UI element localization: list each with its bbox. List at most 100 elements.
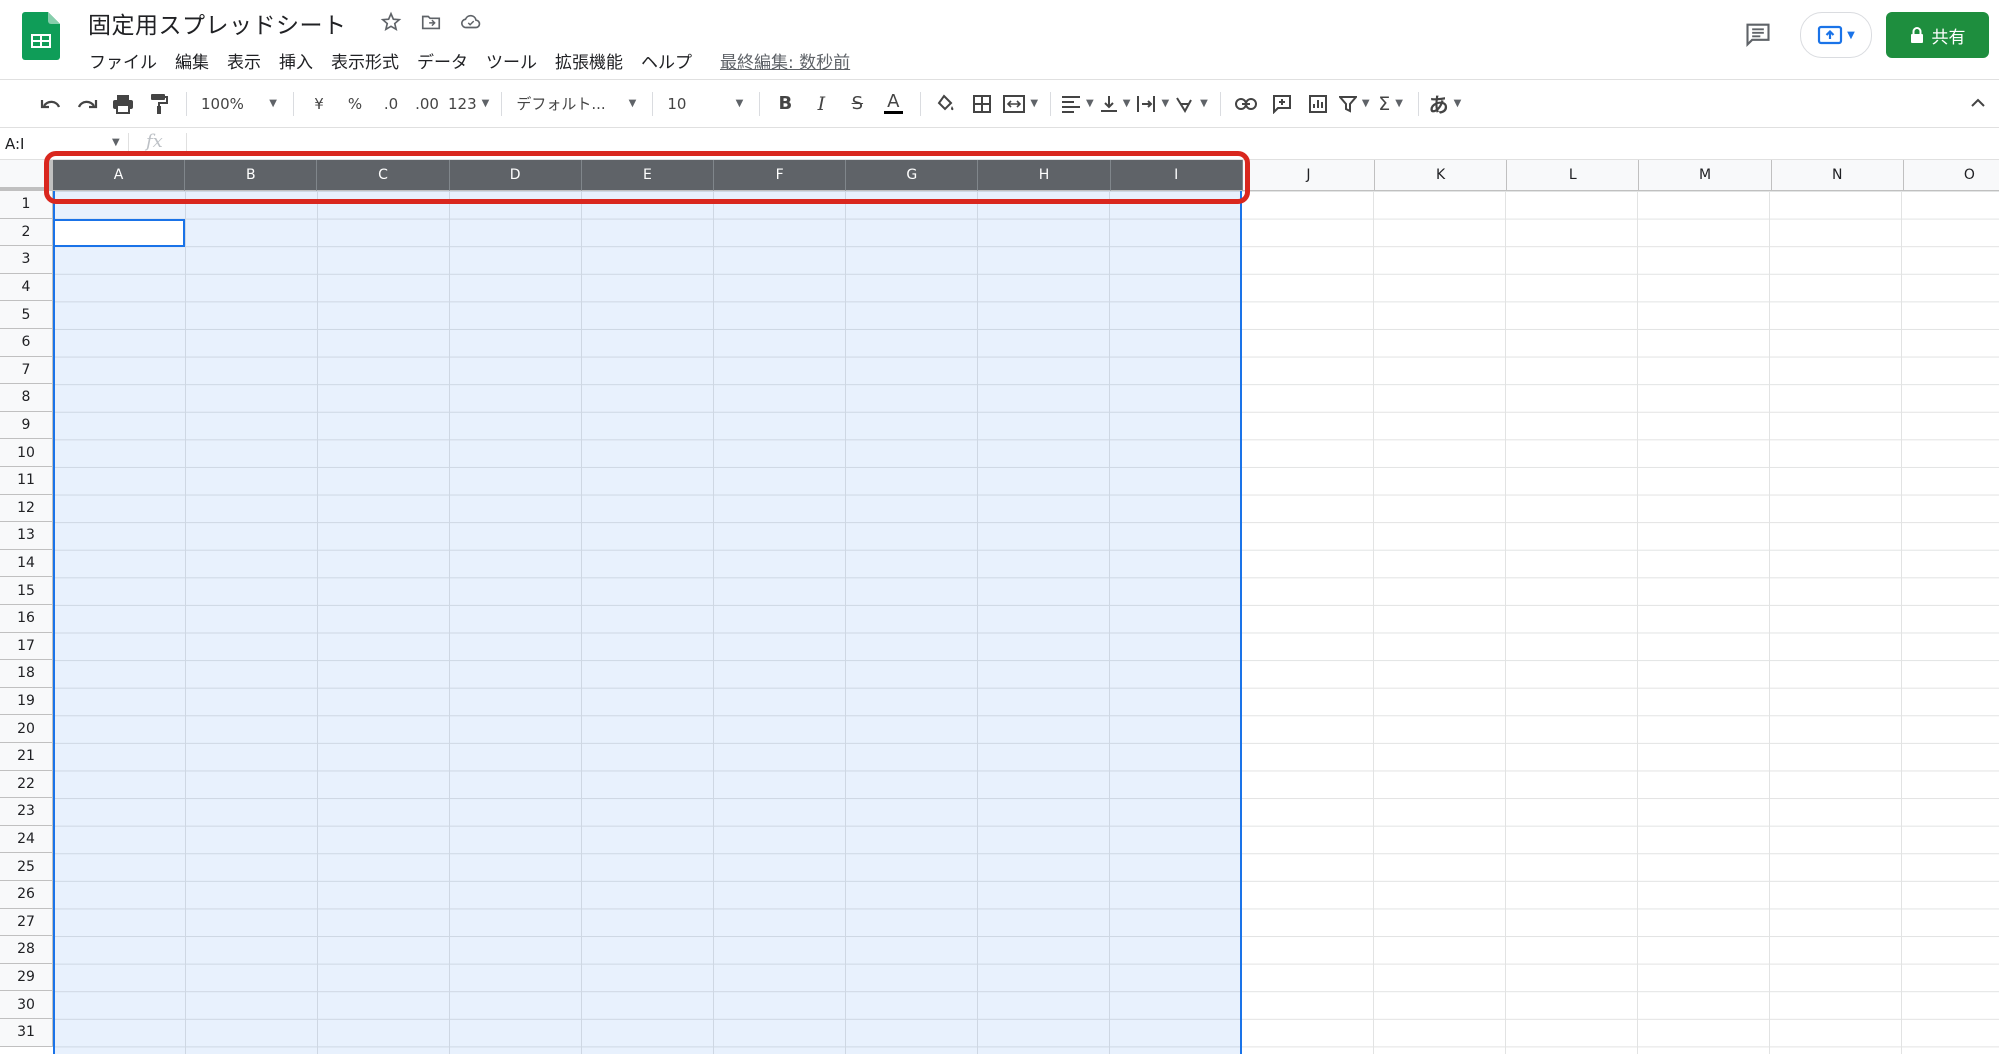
strikethrough-button[interactable]: S: [842, 87, 872, 121]
row-header-3[interactable]: 3: [0, 246, 53, 274]
column-header-g[interactable]: G: [846, 160, 979, 191]
row-header-31[interactable]: 31: [0, 1019, 53, 1047]
chevron-down-icon[interactable]: ▼: [112, 137, 120, 148]
row-header-23[interactable]: 23: [0, 798, 53, 826]
row-header-1[interactable]: 1: [0, 191, 53, 219]
fill-color-button[interactable]: [931, 87, 961, 121]
menu-format[interactable]: 表示形式: [322, 46, 408, 75]
row-header-28[interactable]: 28: [0, 936, 53, 964]
row-header-26[interactable]: 26: [0, 881, 53, 909]
row-header-10[interactable]: 10: [0, 439, 53, 467]
column-header-e[interactable]: E: [581, 160, 714, 191]
sigma-icon: Σ: [1378, 92, 1391, 115]
text-color-button[interactable]: A: [878, 87, 908, 121]
cloud-status-icon[interactable]: [458, 9, 484, 35]
menu-edit[interactable]: 編集: [166, 46, 218, 75]
column-header-c[interactable]: C: [317, 160, 450, 191]
row-header-7[interactable]: 7: [0, 356, 53, 385]
column-header-f[interactable]: F: [714, 160, 847, 191]
row-header-20[interactable]: 20: [0, 715, 53, 743]
spreadsheet-grid[interactable]: ABCDEFGHIJKLMNO 1 2 3 4 5 6 7 8 9 10 11 12 13 14 15 16 1…: [0, 160, 1999, 1054]
merge-cells-button[interactable]: ▼: [1003, 87, 1038, 121]
column-header-a[interactable]: A: [53, 160, 186, 191]
menu-data[interactable]: データ: [408, 46, 477, 75]
column-header-o[interactable]: O: [1903, 160, 1999, 191]
row-header-11[interactable]: 11: [0, 467, 53, 495]
undo-button[interactable]: [36, 87, 66, 121]
menu-view[interactable]: 表示: [218, 46, 270, 75]
row-header-4[interactable]: 4: [0, 273, 53, 302]
document-title[interactable]: 固定用スプレッドシート: [88, 6, 347, 40]
row-header-15[interactable]: 15: [0, 577, 53, 605]
row-header-9[interactable]: 9: [0, 411, 53, 440]
row-header-12[interactable]: 12: [0, 494, 53, 523]
insert-link-button[interactable]: [1231, 87, 1261, 121]
column-header-i[interactable]: I: [1110, 160, 1243, 191]
currency-format-button[interactable]: ¥: [304, 87, 334, 121]
comment-history-button[interactable]: [1740, 16, 1776, 52]
row-header-22[interactable]: 22: [0, 770, 53, 799]
star-icon[interactable]: [378, 9, 404, 35]
font-select[interactable]: デフォルト... ▼: [512, 87, 640, 121]
borders-button[interactable]: [967, 87, 997, 121]
row-header-29[interactable]: 29: [0, 963, 53, 992]
increase-decimal-button[interactable]: .00: [412, 87, 442, 121]
share-button[interactable]: 共有: [1886, 12, 1989, 58]
menu-file[interactable]: ファイル: [80, 46, 166, 75]
menu-insert[interactable]: 挿入: [270, 46, 322, 75]
percent-format-button[interactable]: %: [340, 87, 370, 121]
menu-extensions[interactable]: 拡張機能: [546, 46, 632, 75]
filter-button[interactable]: ▼: [1338, 87, 1370, 121]
row-header-17[interactable]: 17: [0, 632, 53, 661]
row-header-27[interactable]: 27: [0, 908, 53, 937]
last-edit-link[interactable]: 最終編集: 数秒前: [711, 46, 859, 75]
bold-button[interactable]: B: [770, 87, 800, 121]
menu-help[interactable]: ヘルプ: [632, 46, 701, 75]
column-header-l[interactable]: L: [1507, 160, 1640, 191]
present-button[interactable]: ▼: [1800, 12, 1872, 58]
column-header-b[interactable]: B: [185, 160, 318, 191]
horizontal-align-button[interactable]: ▼: [1061, 87, 1094, 121]
column-header-h[interactable]: H: [978, 160, 1111, 191]
row-header-6[interactable]: 6: [0, 329, 53, 357]
select-all-corner[interactable]: [0, 160, 53, 191]
row-header-14[interactable]: 14: [0, 549, 53, 578]
italic-button[interactable]: I: [806, 87, 836, 121]
input-tools-button[interactable]: あ ▼: [1429, 87, 1462, 121]
text-wrapping-button[interactable]: ▼: [1136, 87, 1169, 121]
insert-comment-button[interactable]: [1267, 87, 1297, 121]
font-size-select[interactable]: 10 ▼: [663, 87, 747, 121]
redo-button[interactable]: [72, 87, 102, 121]
column-header-d[interactable]: D: [449, 160, 582, 191]
row-header-5[interactable]: 5: [0, 301, 53, 329]
functions-button[interactable]: Σ ▼: [1376, 87, 1406, 121]
name-box[interactable]: A:I: [5, 135, 24, 153]
active-cell[interactable]: [53, 219, 185, 247]
row-header-30[interactable]: 30: [0, 991, 53, 1019]
row-header-18[interactable]: 18: [0, 660, 53, 688]
column-header-j[interactable]: J: [1242, 160, 1375, 191]
column-header-n[interactable]: N: [1771, 160, 1904, 191]
move-to-folder-icon[interactable]: [418, 9, 444, 35]
sheets-logo-icon[interactable]: [22, 12, 60, 60]
row-header-24[interactable]: 24: [0, 825, 53, 854]
decrease-decimal-button[interactable]: .0: [376, 87, 406, 121]
zoom-select[interactable]: 100% ▼: [197, 87, 281, 121]
insert-chart-button[interactable]: [1303, 87, 1333, 121]
text-rotation-button[interactable]: ▼: [1175, 87, 1208, 121]
row-header-16[interactable]: 16: [0, 605, 53, 633]
row-header-25[interactable]: 25: [0, 853, 53, 881]
collapse-menus-button[interactable]: [1963, 88, 1993, 118]
row-header-2[interactable]: 2: [0, 218, 53, 247]
row-header-21[interactable]: 21: [0, 743, 53, 771]
row-header-13[interactable]: 13: [0, 522, 53, 550]
row-header-19[interactable]: 19: [0, 687, 53, 716]
more-formats-button[interactable]: 123 ▼: [448, 87, 489, 121]
row-header-8[interactable]: 8: [0, 384, 53, 412]
column-header-k[interactable]: K: [1375, 160, 1508, 191]
vertical-align-button[interactable]: ▼: [1100, 87, 1130, 121]
print-button[interactable]: [108, 87, 138, 121]
column-header-m[interactable]: M: [1639, 160, 1772, 191]
menu-tools[interactable]: ツール: [477, 46, 546, 75]
paint-format-button[interactable]: [144, 87, 174, 121]
